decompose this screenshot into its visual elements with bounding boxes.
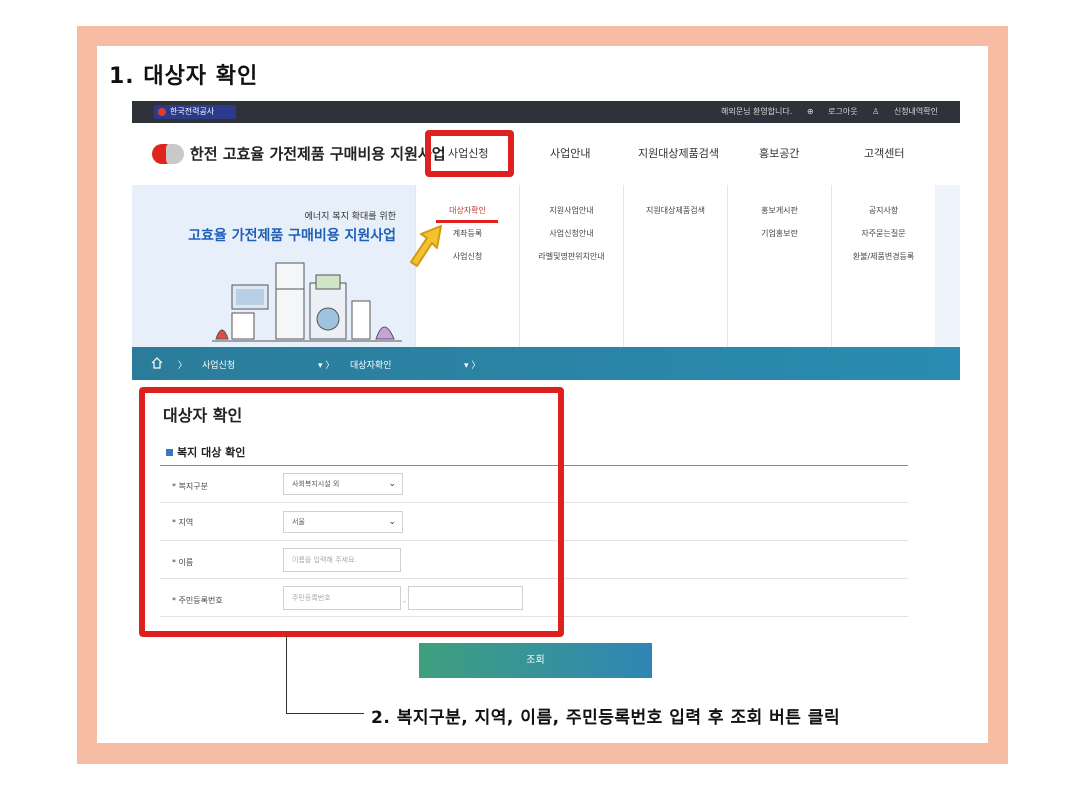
caret-down-icon[interactable]: ▾ 〉 (464, 358, 480, 371)
kepco-logo-label: 한국전력공사 (170, 107, 215, 116)
pointer-arrow-icon (410, 225, 442, 267)
caret-down-icon[interactable]: ▾ 〉 (318, 358, 334, 371)
highlight-form (139, 387, 564, 637)
nav-item-product-search[interactable]: 지원대상제품검색 (638, 145, 719, 161)
mega-banner: 에너지 복지 확대를 위한 고효율 가전제품 구매비용 지원사업 (132, 185, 415, 347)
search-button[interactable]: 조회 (419, 643, 652, 678)
step2-instruction: 2. 복지구분, 지역, 이름, 주민등록번호 입력 후 조회 버튼 클릭 (371, 708, 841, 728)
nav-item-guide[interactable]: 사업안내 (550, 145, 590, 161)
mega-col-customer: 공지사항 자주묻는질문 환불/제품변경등록 (831, 185, 935, 347)
appliances-illustration (212, 262, 402, 342)
mega-col-promotion: 홍보게시판 기업홍보란 (727, 185, 831, 347)
site-header: 한전 고효율 가전제품 구매비용 지원사업 사업신청 사업안내 지원대상제품검색… (132, 123, 960, 185)
brand-logo-icon (152, 143, 184, 164)
banner-subtitle: 에너지 복지 확대를 위한 (304, 212, 396, 222)
menu-item-notice[interactable]: 공지사항 (832, 205, 935, 228)
mypage-link[interactable]: ♙ 신청내역확인 (872, 107, 938, 116)
annotation-connector (286, 713, 364, 714)
menu-item-program-guide[interactable]: 지원사업안내 (520, 205, 623, 228)
breadcrumb-level2[interactable]: 대상자확인 (350, 358, 391, 371)
menu-item-label-guide[interactable]: 라벨및명판위치안내 (520, 251, 623, 274)
mega-col-product: 지원대상제품검색 (623, 185, 727, 347)
site-brand[interactable]: 한전 고효율 가전제품 구매비용 지원사업 (152, 143, 446, 164)
menu-item-faq[interactable]: 자주묻는질문 (832, 228, 935, 251)
nav-item-customer-center[interactable]: 고객센터 (864, 145, 904, 161)
logout-link[interactable]: ⊕ 로그아웃 (807, 107, 858, 116)
brand-title: 한전 고효율 가전제품 구매비용 지원사업 (190, 145, 446, 163)
menu-item-product-search[interactable]: 지원대상제품검색 (624, 205, 727, 228)
highlight-apply-menu (425, 130, 514, 177)
menu-item-promo-board[interactable]: 홍보게시판 (728, 205, 831, 228)
nav-item-promotion[interactable]: 홍보공간 (759, 145, 799, 161)
top-utility-bar: 한국전력공사 해외문님 환영합니다. ⊕ 로그아웃 ♙ 신청내역확인 (132, 101, 960, 123)
breadcrumb: 〉 사업신청 ▾ 〉 대상자확인 ▾ 〉 (132, 347, 960, 380)
mega-col-guide: 지원사업안내 사업신청안내 라벨및명판위치안내 (519, 185, 623, 347)
menu-item-company-promo[interactable]: 기업홍보란 (728, 228, 831, 251)
breadcrumb-level1[interactable]: 사업신청 (202, 358, 235, 371)
chevron-right-icon: 〉 (178, 361, 188, 371)
mega-menu: 에너지 복지 확대를 위한 고효율 가전제품 구매비용 지원사업 대상자확인 계… (132, 185, 960, 347)
banner-title: 고효율 가전제품 구매비용 지원사업 (188, 228, 396, 244)
welcome-text: 해외문님 환영합니다. (720, 107, 793, 116)
active-menu-underline (436, 220, 498, 223)
menu-item-refund[interactable]: 환불/제품변경등록 (832, 251, 935, 274)
top-right-links: 해외문님 환영합니다. ⊕ 로그아웃 ♙ 신청내역확인 (709, 106, 938, 117)
step1-title: 1. 대상자 확인 (109, 64, 259, 89)
kepco-logo-icon (158, 108, 166, 116)
kepco-logo-badge[interactable]: 한국전력공사 (154, 105, 236, 119)
menu-item-apply-guide[interactable]: 사업신청안내 (520, 228, 623, 251)
home-icon[interactable] (150, 356, 164, 370)
annotation-connector (286, 636, 287, 714)
